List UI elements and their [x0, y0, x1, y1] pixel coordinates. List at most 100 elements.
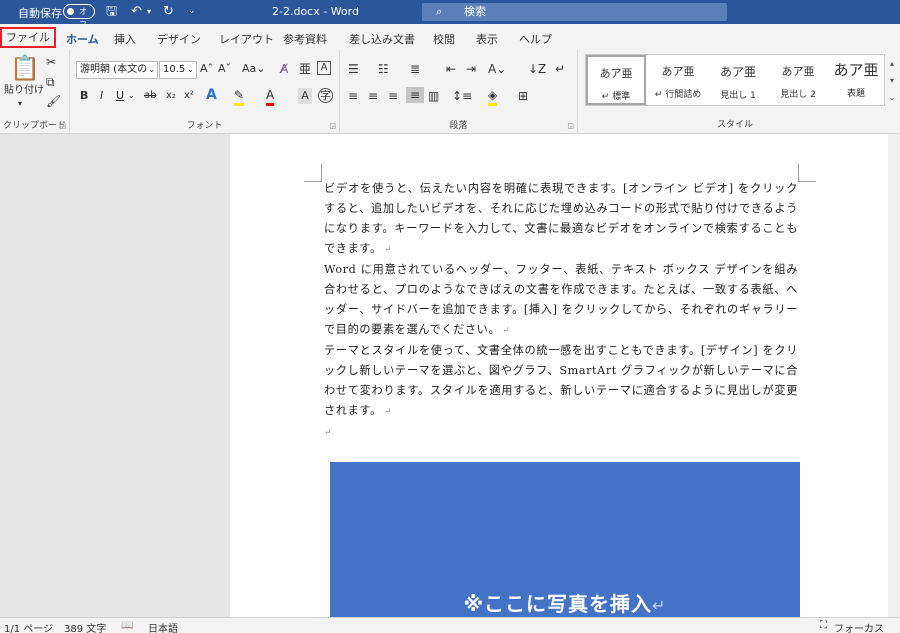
photo-placeholder[interactable]: ※ここに写真を挿入↵	[330, 462, 800, 617]
undo-dropdown-icon[interactable]: ▾	[147, 3, 151, 20]
tab-references[interactable]: 参考資料	[283, 31, 327, 47]
more-styles-icon[interactable]: ⌄	[886, 89, 898, 106]
tab-file[interactable]: ファイル	[0, 27, 56, 48]
align-left-icon[interactable]: ≡	[348, 88, 358, 104]
search-box[interactable]: ⌕ 検索	[422, 3, 727, 21]
tab-mailings[interactable]: 差し込み文書	[349, 31, 415, 47]
paragraph: Word に用意されているヘッダー、フッター、表紙、テキスト ボックス デザイン…	[324, 263, 798, 336]
search-icon: ⌕	[436, 5, 443, 18]
style-name: ↵ 標準	[601, 92, 631, 102]
shrink-font-icon[interactable]: Aˇ	[218, 61, 231, 77]
chevron-up-icon[interactable]: ▴	[886, 55, 898, 72]
tab-view[interactable]: 表示	[476, 31, 498, 47]
numbering-icon[interactable]: ☷	[378, 61, 389, 77]
shading-icon[interactable]: ◈	[488, 87, 498, 106]
character-border-icon[interactable]: A	[317, 61, 331, 75]
autosave-toggle[interactable]: オフ	[63, 4, 95, 29]
tab-insert[interactable]: 挿入	[114, 31, 136, 47]
paragraph-launcher-icon[interactable]: ◲	[567, 122, 574, 130]
focus-icon[interactable]: ⛶	[820, 620, 827, 631]
character-shading-icon[interactable]: A	[298, 88, 312, 104]
tab-home[interactable]: ホーム	[66, 31, 99, 52]
document-title: 2-2.docx - Word	[272, 5, 359, 18]
tab-layout[interactable]: レイアウト	[219, 31, 274, 47]
paste-button-label[interactable]: 貼り付け	[4, 83, 44, 99]
font-group: 游明朝 (本文の ⌄ 10.5 ⌄ Aˆ Aˇ Aa⌄ A̸ 亜 A B I U…	[70, 50, 340, 134]
clear-formatting-icon[interactable]: A̸	[280, 61, 288, 77]
style-heading-1[interactable]: あア亜 見出し 1	[708, 55, 768, 105]
tab-help[interactable]: ヘルプ	[519, 31, 552, 47]
style-heading-2[interactable]: あア亜 見出し 2	[768, 55, 828, 105]
paragraph: テーマとスタイルを使って、文書全体の統一感を出すこともできます。[デザイン] を…	[324, 344, 798, 417]
customize-icon[interactable]: ⌄	[188, 3, 196, 20]
bold-icon[interactable]: B	[80, 88, 88, 104]
line-spacing-icon[interactable]: ↕≡	[452, 88, 472, 104]
align-center-icon[interactable]: ≡	[368, 88, 378, 104]
show-marks-icon[interactable]: ↵	[555, 61, 565, 77]
sort-icon[interactable]: ↓Z	[528, 61, 546, 77]
grow-font-icon[interactable]: Aˆ	[200, 61, 213, 77]
enclose-characters-icon[interactable]: 字	[318, 88, 333, 103]
undo-icon[interactable]: ↶	[131, 3, 142, 20]
save-icon[interactable]: 🖫	[106, 3, 117, 20]
style-title[interactable]: あア亜 表題	[826, 55, 886, 105]
search-placeholder: 検索	[464, 5, 486, 18]
copy-icon[interactable]: ⧉	[46, 74, 55, 90]
photo-placeholder-text: ※ここに写真を挿入↵	[463, 592, 667, 616]
status-bar: 1/1 ページ 389 文字 📖 日本語 ⛶ フォーカス	[0, 617, 900, 633]
font-name-dropdown-icon[interactable]: ⌄	[148, 62, 155, 78]
clipboard-paste-icon[interactable]: 📋	[10, 54, 40, 82]
word-count[interactable]: 389 文字	[64, 620, 106, 633]
style-normal[interactable]: あア亜 ↵ 標準	[586, 55, 646, 105]
phonetic-guide-icon[interactable]: 亜	[299, 61, 311, 77]
increase-indent-icon[interactable]: ⇥	[466, 61, 476, 77]
document-body[interactable]: ビデオを使うと、伝えたい内容を明確に表現できます。[オンライン ビデオ] をクリ…	[324, 179, 798, 443]
font-size-combo[interactable]: 10.5 ⌄	[159, 61, 197, 79]
focus-mode[interactable]: フォーカス	[834, 620, 884, 633]
document-page[interactable]: ビデオを使うと、伝えたい内容を明確に表現できます。[オンライン ビデオ] をクリ…	[230, 134, 888, 617]
justify-icon[interactable]: ≡	[406, 87, 424, 103]
superscript-icon[interactable]: x²	[184, 88, 194, 104]
paste-dropdown-icon[interactable]: ▾	[18, 96, 22, 112]
bullets-icon[interactable]: ☰	[348, 61, 359, 77]
underline-icon[interactable]: U	[116, 88, 124, 104]
proofing-icon[interactable]: 📖	[121, 620, 133, 631]
page-count[interactable]: 1/1 ページ	[4, 620, 53, 633]
strikethrough-icon[interactable]: ab	[144, 88, 156, 104]
styles-gallery: あア亜 ↵ 標準 あア亜 ↵ 行間詰め あア亜 見出し 1 あア亜 見出し 2 …	[585, 54, 895, 106]
title-bar: 自動保存 オフ 🖫 ↶ ▾ ↻ ⌄ 2-2.docx - Word ⌕ 検索	[0, 0, 900, 29]
vertical-scrollbar[interactable]	[888, 134, 900, 617]
subscript-icon[interactable]: x₂	[166, 88, 176, 104]
change-case-icon[interactable]: Aa⌄	[242, 61, 265, 77]
style-name: ↵ 行間詰め	[654, 90, 702, 100]
font-size-dropdown-icon[interactable]: ⌄	[187, 62, 194, 78]
clipboard-launcher-icon[interactable]: ◲	[59, 122, 66, 130]
language[interactable]: 日本語	[148, 620, 178, 633]
margin-corner-top-left	[304, 164, 322, 182]
font-launcher-icon[interactable]: ◲	[329, 122, 336, 130]
style-preview: あア亜	[833, 61, 879, 79]
chevron-down-icon[interactable]: ▾	[886, 72, 898, 89]
cut-icon[interactable]: ✂	[46, 54, 56, 70]
highlight-color-icon[interactable]: ✎	[234, 87, 245, 106]
font-name-combo[interactable]: 游明朝 (本文の ⌄	[76, 61, 158, 79]
distributed-icon[interactable]: ▥	[428, 88, 439, 104]
style-name: 見出し 2	[780, 90, 816, 100]
font-group-label: フォント	[186, 121, 223, 131]
underline-dropdown-icon[interactable]: ⌄	[128, 88, 135, 104]
format-painter-icon[interactable]: 🖌	[46, 93, 61, 109]
asian-layout-icon[interactable]: A⌄	[488, 61, 506, 77]
style-no-spacing[interactable]: あア亜 ↵ 行間詰め	[648, 55, 708, 105]
italic-icon[interactable]: I	[100, 88, 103, 104]
tab-design[interactable]: デザイン	[157, 31, 201, 47]
align-right-icon[interactable]: ≡	[388, 88, 398, 104]
tab-review[interactable]: 校閲	[433, 31, 455, 47]
text-effects-icon[interactable]: A	[206, 87, 217, 103]
styles-scroll[interactable]: ▴ ▾ ⌄	[886, 55, 898, 107]
font-color-icon[interactable]: A	[266, 87, 275, 106]
multilevel-list-icon[interactable]: ≣	[410, 61, 420, 77]
decrease-indent-icon[interactable]: ⇤	[446, 61, 456, 77]
autosave-label: 自動保存	[18, 7, 62, 20]
borders-icon[interactable]: ⊞	[518, 88, 528, 104]
redo-icon[interactable]: ↻	[163, 3, 174, 20]
